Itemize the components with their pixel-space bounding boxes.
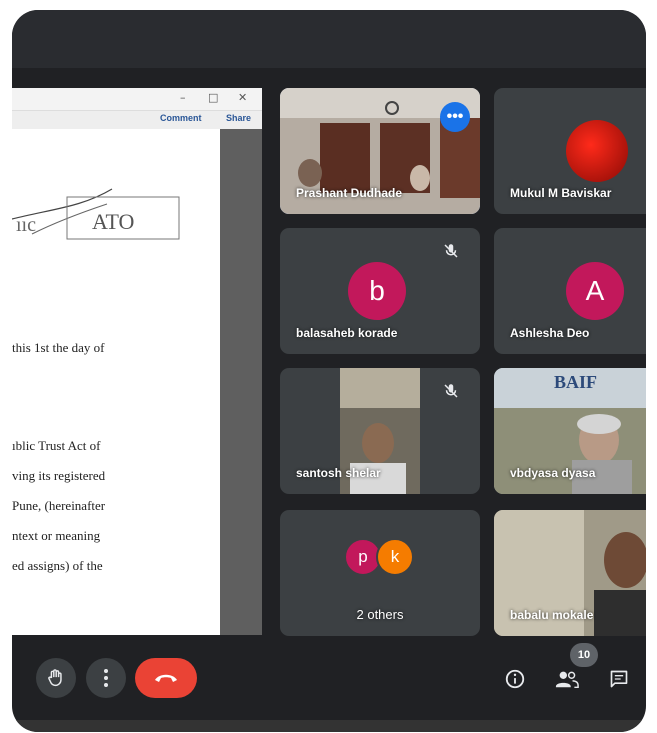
others-count: 2 others [356,607,404,622]
avatar-letter: A [585,275,605,306]
participant-tile[interactable]: p k 2 others [280,510,480,636]
mic-off-icon [444,384,458,398]
document-line: ntext or meaning [12,528,101,543]
avatar: k [376,538,414,576]
participant-tile[interactable]: b balasaheb korade [280,228,480,354]
participant-tile[interactable]: ••• Prashant Dudhade [280,88,480,214]
avatar-letter: b [369,275,385,306]
participant-count-badge: 10 [570,643,598,667]
document-line: ed assigns) of the [12,558,103,573]
shared-document: – □ ✕ Comment Share ATO ııc this 1st the… [12,88,262,635]
close-icon[interactable]: ✕ [238,91,247,104]
avatar: b [348,262,406,320]
svg-text:BAIF: BAIF [554,372,597,392]
avatar [566,120,628,182]
chat-icon [610,670,628,688]
people-button[interactable] [554,666,580,692]
document-scrollbar[interactable] [220,129,262,635]
participant-name: vbdyasa dyasa [510,466,596,480]
participant-tile[interactable]: A Ashlesha Deo [494,228,646,354]
document-line: this 1st the day of [12,340,105,355]
avatar-letter: k [390,547,400,566]
participant-tile[interactable]: Mukul M Baviskar [494,88,646,214]
more-options-icon[interactable]: ••• [440,102,470,132]
phone-hangup-icon [155,674,177,682]
participant-name: Ashlesha Deo [510,326,590,340]
avatar: A [566,262,624,320]
raise-hand-button[interactable] [36,658,76,698]
svg-text:ııc: ııc [16,214,36,236]
mic-off-icon [444,244,458,258]
meeting-details-button[interactable] [502,666,528,692]
document-page: ATO ııc this 1st the day of ıblic Trust … [12,129,220,635]
people-icon [555,671,579,689]
minimize-icon[interactable]: – [180,91,186,104]
participant-tile[interactable]: babalu mokale [494,510,646,636]
participant-name: Prashant Dudhade [296,186,403,200]
maximize-icon[interactable]: □ [208,91,218,104]
top-bar [12,10,646,68]
document-toolbar: Comment Share [12,111,262,130]
chat-button[interactable] [606,666,632,692]
participant-name: balasaheb korade [296,326,398,340]
seal-text: ATO [92,209,134,234]
document-line: ving its registered [12,468,106,483]
document-line: Pune, (hereinafter [12,498,106,513]
participant-name: santosh shelar [296,466,381,480]
avatar-letter: p [358,547,368,566]
info-icon [505,669,525,689]
raise-hand-icon [48,669,62,687]
document-titlebar: – □ ✕ [12,88,262,111]
participant-name: Mukul M Baviskar [510,186,612,200]
more-options-button[interactable] [86,658,126,698]
seal-stamp: ATO ııc [12,188,180,240]
document-line: ıblic Trust Act of [12,438,101,453]
taskbar [12,720,646,732]
participant-tile[interactable]: BAIF vbdyasa dyasa [494,368,646,494]
participant-tile[interactable]: santosh shelar [280,368,480,494]
share-button[interactable]: Share [226,113,251,123]
comment-button[interactable]: Comment [160,113,202,123]
meet-window: – □ ✕ Comment Share ATO ııc this 1st the… [12,10,646,732]
end-call-button[interactable] [135,658,197,698]
more-vert-icon [104,669,108,687]
participant-name: babalu mokale [510,608,594,622]
